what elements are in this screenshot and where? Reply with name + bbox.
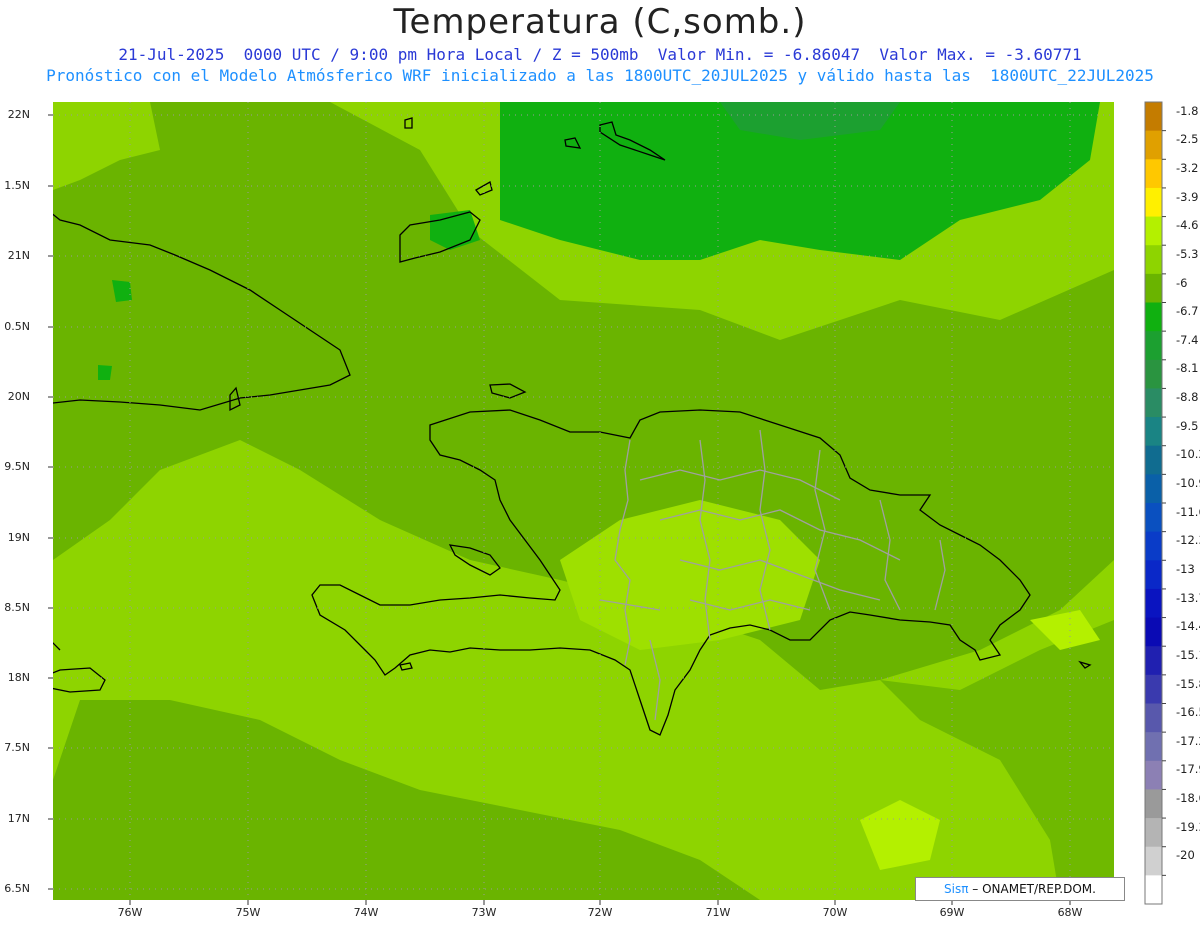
lon-label: 75W [235, 906, 261, 919]
colorbar-segment [1145, 359, 1162, 389]
colorbar-segment [1145, 159, 1162, 189]
colorbar-label: -11.6 [1176, 504, 1200, 519]
colorbar-label: -10.2 [1176, 447, 1200, 462]
lon-label: 72W [587, 906, 613, 919]
lat-label: 21N [7, 249, 30, 262]
colorbar-label: -13 [1176, 561, 1195, 576]
colorbar-label: -7.4 [1176, 332, 1199, 347]
lon-label: 76W [117, 906, 143, 919]
colorbar-segment [1145, 445, 1162, 475]
colorbar-label: -6.7 [1176, 304, 1199, 319]
colorbar-segment [1145, 388, 1162, 418]
sispi-logo: Sisπ [944, 882, 969, 896]
colorbar-label: -18.6 [1176, 791, 1200, 806]
colorbar-label: -17.2 [1176, 733, 1200, 748]
colorbar-segment [1145, 302, 1162, 332]
lon-label: 74W [353, 906, 379, 919]
lon-label: 68W [1057, 906, 1083, 919]
lat-label: 0.5N [4, 320, 30, 333]
colorbar-segment [1145, 503, 1162, 533]
colorbar-segment [1145, 273, 1162, 303]
colorbar-segment [1145, 760, 1162, 790]
colorbar-label: -3.9 [1176, 189, 1199, 204]
lat-label: 18N [7, 671, 30, 684]
lon-label: 70W [822, 906, 848, 919]
colorbar-segment [1145, 617, 1162, 647]
colorbar-segment [1145, 674, 1162, 704]
colorbar-label: -16.5 [1176, 705, 1200, 720]
cold-patch-tiny2 [98, 365, 112, 380]
colorbar-label: -19.3 [1176, 819, 1200, 834]
colorbar-label: -12.3 [1176, 533, 1200, 548]
lat-label: 19N [7, 531, 30, 544]
colorbar-segment [1145, 789, 1162, 819]
colorbar-segment [1145, 818, 1162, 848]
colorbar-label: -8.8 [1176, 390, 1199, 405]
colorbar-segment [1145, 187, 1162, 218]
colorbar-label: -20 [1176, 848, 1195, 863]
colorbar-segment [1145, 560, 1162, 590]
colorbar-segment [1145, 732, 1162, 762]
colorbar-label: -17.9 [1176, 762, 1200, 777]
colorbar-label: -4.6 [1176, 218, 1199, 233]
temperature-map [48, 101, 1166, 905]
lat-label: 17N [7, 812, 30, 825]
colorbar-label: -15.1 [1176, 647, 1200, 662]
colorbar-segment [1145, 102, 1162, 132]
colorbar-label: -5.3 [1176, 246, 1199, 261]
colorbar [1144, 101, 1166, 905]
lat-label: 9.5N [4, 460, 30, 473]
lat-label: 22N [7, 108, 30, 121]
colorbar-label: -8.1 [1176, 361, 1199, 376]
lon-label: 71W [705, 906, 731, 919]
lat-label: 1.5N [4, 179, 30, 192]
colorbar-label: -13.7 [1176, 590, 1200, 605]
colorbar-label: -15.8 [1176, 676, 1200, 691]
colorbar-label: -9.5 [1176, 418, 1199, 433]
colorbar-segment [1145, 646, 1162, 676]
lat-label: 20N [7, 390, 30, 403]
colorbar-label: -6 [1176, 275, 1188, 290]
colorbar-segment [1145, 875, 1162, 905]
colorbar-segment [1145, 216, 1162, 246]
colorbar-segment [1145, 703, 1162, 733]
lon-label: 69W [939, 906, 965, 919]
shaded-field [53, 102, 1114, 900]
lat-label: 8.5N [4, 601, 30, 614]
colorbar-label: -3.2 [1176, 160, 1199, 175]
lat-label: 6.5N [4, 882, 30, 895]
lat-label: 7.5N [4, 741, 30, 754]
colorbar-segment [1145, 588, 1162, 619]
colorbar-label: -1.8 [1176, 103, 1199, 118]
credit-text: – ONAMET/REP.DOM. [972, 882, 1096, 896]
colorbar-segment [1145, 846, 1162, 876]
colorbar-label: -14.4 [1176, 619, 1200, 634]
colorbar-segment [1145, 417, 1162, 447]
colorbar-segment [1145, 531, 1162, 561]
credit-box: Sisπ – ONAMET/REP.DOM. [915, 877, 1125, 901]
colorbar-label: -2.5 [1176, 132, 1199, 147]
colorbar-segment [1145, 130, 1162, 160]
colorbar-segment [1145, 331, 1162, 361]
lon-label: 73W [471, 906, 497, 919]
colorbar-segment [1145, 474, 1162, 504]
colorbar-segment [1145, 245, 1162, 275]
colorbar-label: -10.9 [1176, 476, 1200, 490]
